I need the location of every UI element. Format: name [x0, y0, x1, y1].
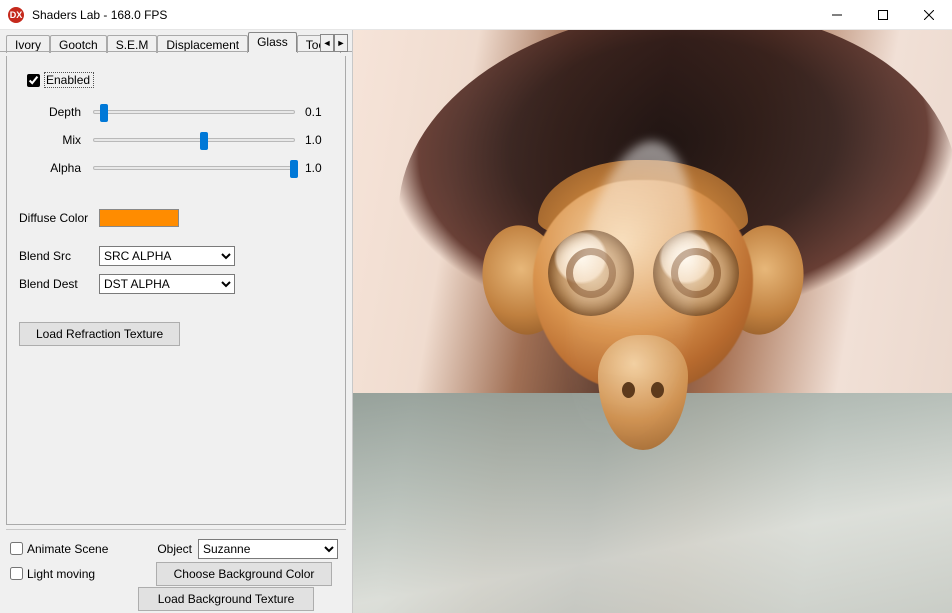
enabled-checkbox[interactable]	[27, 74, 40, 87]
tab-nav: ◄ ►	[320, 34, 348, 52]
button-label: Load Refraction Texture	[36, 327, 163, 341]
depth-row: Depth 0.1	[19, 98, 333, 126]
tab-scroll-right-icon[interactable]: ►	[334, 34, 348, 52]
alpha-label: Alpha	[19, 161, 89, 175]
alpha-row: Alpha 1.0	[19, 154, 333, 182]
diffuse-label: Diffuse Color	[19, 211, 99, 225]
tab-scroll-left-icon[interactable]: ◄	[320, 34, 334, 52]
tab-label: Ivory	[15, 38, 41, 52]
load-refraction-button[interactable]: Load Refraction Texture	[19, 322, 180, 346]
blend-src-select[interactable]: SRC ALPHA	[99, 246, 235, 266]
tab-label: S.E.M	[116, 38, 149, 52]
light-moving-checkbox[interactable]	[10, 567, 23, 580]
tab-label: Displacement	[166, 38, 239, 52]
window-controls	[814, 0, 952, 30]
maximize-button[interactable]	[860, 0, 906, 30]
depth-slider[interactable]	[93, 110, 295, 114]
glass-suzanne	[503, 120, 783, 450]
object-select[interactable]: Suzanne	[198, 539, 338, 559]
nostrils	[618, 380, 668, 402]
close-button[interactable]	[906, 0, 952, 30]
blend-dest-row: Blend Dest DST ALPHA	[19, 270, 333, 298]
alpha-slider[interactable]	[93, 166, 295, 170]
load-bg-texture-button[interactable]: Load Background Texture	[138, 587, 314, 611]
blend-dest-label: Blend Dest	[19, 277, 99, 291]
mix-label: Mix	[19, 133, 89, 147]
animate-scene-checkbox[interactable]	[10, 542, 23, 555]
eye-left	[548, 230, 634, 316]
blend-dest-select[interactable]: DST ALPHA	[99, 274, 235, 294]
button-label: Choose Background Color	[174, 567, 315, 581]
tab-underline	[0, 51, 352, 52]
tab-glass[interactable]: Glass	[248, 32, 297, 52]
depth-value: 0.1	[299, 105, 333, 119]
tab-page-glass: Enabled Depth 0.1 Mix 1.0 Alpha 1.0	[6, 56, 346, 525]
depth-slider-thumb[interactable]	[100, 104, 108, 122]
titlebar: DX Shaders Lab - 168.0 FPS	[0, 0, 952, 30]
rendered-scene	[353, 30, 952, 613]
mix-slider-thumb[interactable]	[200, 132, 208, 150]
animate-scene-container: Animate Scene	[6, 542, 156, 556]
bottom-row-2: Light moving Choose Background Color	[6, 561, 346, 586]
side-panel: Ivory Gootch S.E.M Displacement Glass To…	[0, 30, 353, 613]
bottom-panel: Animate Scene Object Suzanne Light movin…	[6, 529, 346, 609]
app-icon: DX	[8, 7, 24, 23]
load-bg-texture-chk-cell	[6, 591, 138, 607]
minimize-button[interactable]	[814, 0, 860, 30]
mix-value: 1.0	[299, 133, 333, 147]
diffuse-row: Diffuse Color	[19, 204, 333, 232]
alpha-value: 1.0	[299, 161, 333, 175]
object-label: Object	[156, 542, 198, 556]
depth-label: Depth	[19, 105, 89, 119]
blend-src-row: Blend Src SRC ALPHA	[19, 242, 333, 270]
bottom-row-1: Animate Scene Object Suzanne	[6, 536, 346, 561]
button-label: Load Background Texture	[158, 592, 295, 606]
alpha-slider-thumb[interactable]	[290, 160, 298, 178]
viewport[interactable]	[353, 30, 952, 613]
tab-bar: Ivory Gootch S.E.M Displacement Glass To…	[0, 30, 352, 52]
enabled-row: Enabled	[19, 66, 333, 94]
animate-scene-label: Animate Scene	[27, 542, 108, 556]
light-moving-label: Light moving	[27, 567, 95, 581]
blend-src-label: Blend Src	[19, 249, 99, 263]
mix-slider[interactable]	[93, 138, 295, 142]
eye-right	[653, 230, 739, 316]
load-refraction-row: Load Refraction Texture	[19, 320, 333, 348]
tab-label: Glass	[257, 35, 288, 49]
eye-ring	[566, 248, 616, 298]
mix-row: Mix 1.0	[19, 126, 333, 154]
bottom-row-3: Load Background Texture	[6, 586, 346, 611]
choose-bg-color-button[interactable]: Choose Background Color	[156, 562, 332, 586]
diffuse-color-swatch[interactable]	[99, 209, 179, 227]
enabled-label: Enabled	[44, 72, 94, 88]
eye-ring	[671, 248, 721, 298]
window-title: Shaders Lab - 168.0 FPS	[30, 8, 814, 22]
light-moving-container: Light moving	[6, 567, 156, 581]
tab-label: Gootch	[59, 38, 98, 52]
